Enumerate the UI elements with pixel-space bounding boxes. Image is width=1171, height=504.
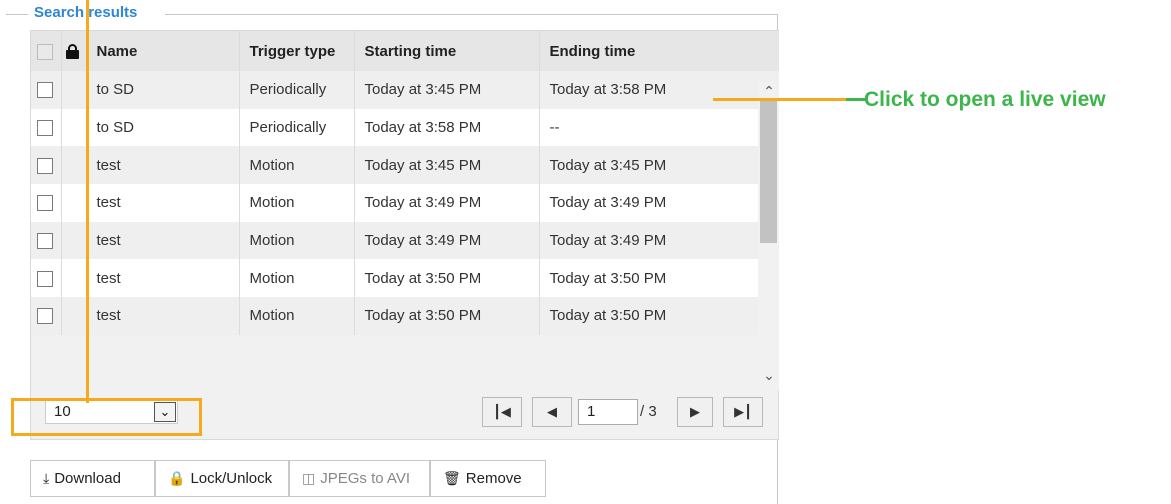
select-all-cell xyxy=(31,31,62,71)
lock-cell xyxy=(61,184,87,222)
row-checkbox[interactable] xyxy=(37,82,53,99)
cell-name: test xyxy=(86,184,240,222)
cell-starting-time: Today at 3:49 PM xyxy=(354,184,540,222)
cell-trigger-type: Periodically xyxy=(239,108,355,147)
lock-icon xyxy=(65,44,79,60)
cell-ending-time: Today at 3:45 PM xyxy=(539,146,779,185)
column-header-starting-time[interactable]: Starting time xyxy=(354,31,540,71)
cell-trigger-type: Motion xyxy=(239,259,355,298)
cell-trigger-type: Motion xyxy=(239,146,355,185)
cell-name: test xyxy=(86,297,240,335)
jpegs-to-avi-button[interactable]: ◫ JPEGs to AVI xyxy=(289,460,430,497)
first-page-button[interactable]: ┃◀ xyxy=(482,397,522,427)
download-icon: ⤓ xyxy=(43,470,50,486)
table-row[interactable]: test Motion Today at 3:50 PM Today at 3:… xyxy=(31,259,779,298)
lock-unlock-button[interactable]: 🔒 Lock/Unlock xyxy=(155,460,289,497)
cell-ending-time: Today at 3:58 PM xyxy=(539,71,779,109)
cell-trigger-type: Motion xyxy=(239,297,355,335)
row-checkbox[interactable] xyxy=(37,157,53,174)
cell-trigger-type: Motion xyxy=(239,221,355,260)
remove-button[interactable]: 🗑 Remove xyxy=(430,460,546,497)
lock-cell xyxy=(61,297,87,335)
callout-text: Click to open a live view xyxy=(864,88,1106,111)
fieldset-border-top xyxy=(165,14,777,15)
cell-ending-time: Today at 3:50 PM xyxy=(539,259,779,298)
download-label: Download xyxy=(54,470,121,487)
lock-cell xyxy=(61,221,87,260)
table-row[interactable]: test Motion Today at 3:49 PM Today at 3:… xyxy=(31,221,779,260)
table-row[interactable]: to SD Periodically Today at 3:58 PM -- xyxy=(31,108,779,147)
table-row[interactable]: to SD Periodically Today at 3:45 PM Toda… xyxy=(31,71,779,109)
table-row[interactable]: test Motion Today at 3:45 PM Today at 3:… xyxy=(31,146,779,185)
chevron-down-icon[interactable]: ⌄ xyxy=(760,367,778,383)
results-table-container: Name Trigger type Starting time Ending t… xyxy=(30,30,779,440)
trash-icon: 🗑 xyxy=(443,470,461,486)
cell-trigger-type: Periodically xyxy=(239,71,355,109)
table-row[interactable]: test Motion Today at 3:49 PM Today at 3:… xyxy=(31,184,779,222)
cell-starting-time: Today at 3:58 PM xyxy=(354,108,540,147)
cell-ending-time: Today at 3:49 PM xyxy=(539,221,779,260)
cell-starting-time: Today at 3:49 PM xyxy=(354,221,540,260)
cell-starting-time: Today at 3:50 PM xyxy=(354,259,540,298)
cell-name: to SD xyxy=(86,71,240,109)
results-table: Name Trigger type Starting time Ending t… xyxy=(31,31,779,335)
cell-ending-time: Today at 3:49 PM xyxy=(539,184,779,222)
row-checkbox[interactable] xyxy=(37,270,53,287)
page-total-label: / 3 xyxy=(640,403,657,420)
row-checkbox[interactable] xyxy=(37,120,53,137)
cell-name: test xyxy=(86,146,240,185)
select-all-checkbox[interactable] xyxy=(37,43,53,60)
last-page-button[interactable]: ▶┃ xyxy=(723,397,763,427)
cell-name: to SD xyxy=(86,108,240,147)
scrollbar-thumb[interactable] xyxy=(760,101,777,243)
highlight-box xyxy=(11,398,202,436)
lock-cell xyxy=(61,71,87,109)
cell-starting-time: Today at 3:50 PM xyxy=(354,297,540,335)
lock-unlock-label: Lock/Unlock xyxy=(190,470,273,487)
jpegs-to-avi-label: JPEGs to AVI xyxy=(320,470,410,487)
download-button[interactable]: ⤓ Download xyxy=(30,460,155,497)
cell-starting-time: Today at 3:45 PM xyxy=(354,146,540,185)
cell-ending-time: Today at 3:50 PM xyxy=(539,297,779,335)
remove-label: Remove xyxy=(465,470,522,487)
table-scrollbar[interactable]: ⌃ ⌄ xyxy=(758,81,779,391)
lock-cell xyxy=(61,108,87,147)
cell-name: test xyxy=(86,221,240,260)
cell-ending-time: -- xyxy=(539,108,779,147)
film-icon: ◫ xyxy=(302,470,316,486)
lock-cell xyxy=(61,259,87,298)
row-checkbox[interactable] xyxy=(37,308,53,325)
table-header-row: Name Trigger type Starting time Ending t… xyxy=(31,31,779,71)
chevron-up-icon[interactable]: ⌃ xyxy=(760,83,778,99)
lock-icon: 🔒 xyxy=(168,470,186,486)
table-row[interactable]: test Motion Today at 3:50 PM Today at 3:… xyxy=(31,297,779,335)
callout-pointer-line xyxy=(713,98,848,101)
column-header-trigger-type[interactable]: Trigger type xyxy=(239,31,355,71)
cell-starting-time: Today at 3:45 PM xyxy=(354,71,540,109)
previous-page-button[interactable]: ◀ xyxy=(532,397,572,427)
lock-column-header xyxy=(61,31,87,71)
fieldset-border-left xyxy=(6,14,28,15)
cell-trigger-type: Motion xyxy=(239,184,355,222)
row-checkbox[interactable] xyxy=(37,195,53,212)
column-header-ending-time[interactable]: Ending time xyxy=(539,31,779,71)
page-number-input[interactable]: 1 xyxy=(578,399,638,425)
cell-name: test xyxy=(86,259,240,298)
next-page-button[interactable]: ▶ xyxy=(677,397,713,427)
column-header-name[interactable]: Name xyxy=(86,31,240,71)
row-checkbox[interactable] xyxy=(37,233,53,250)
highlight-pointer-line xyxy=(86,0,89,403)
lock-cell xyxy=(61,146,87,185)
callout-connector xyxy=(846,98,866,101)
